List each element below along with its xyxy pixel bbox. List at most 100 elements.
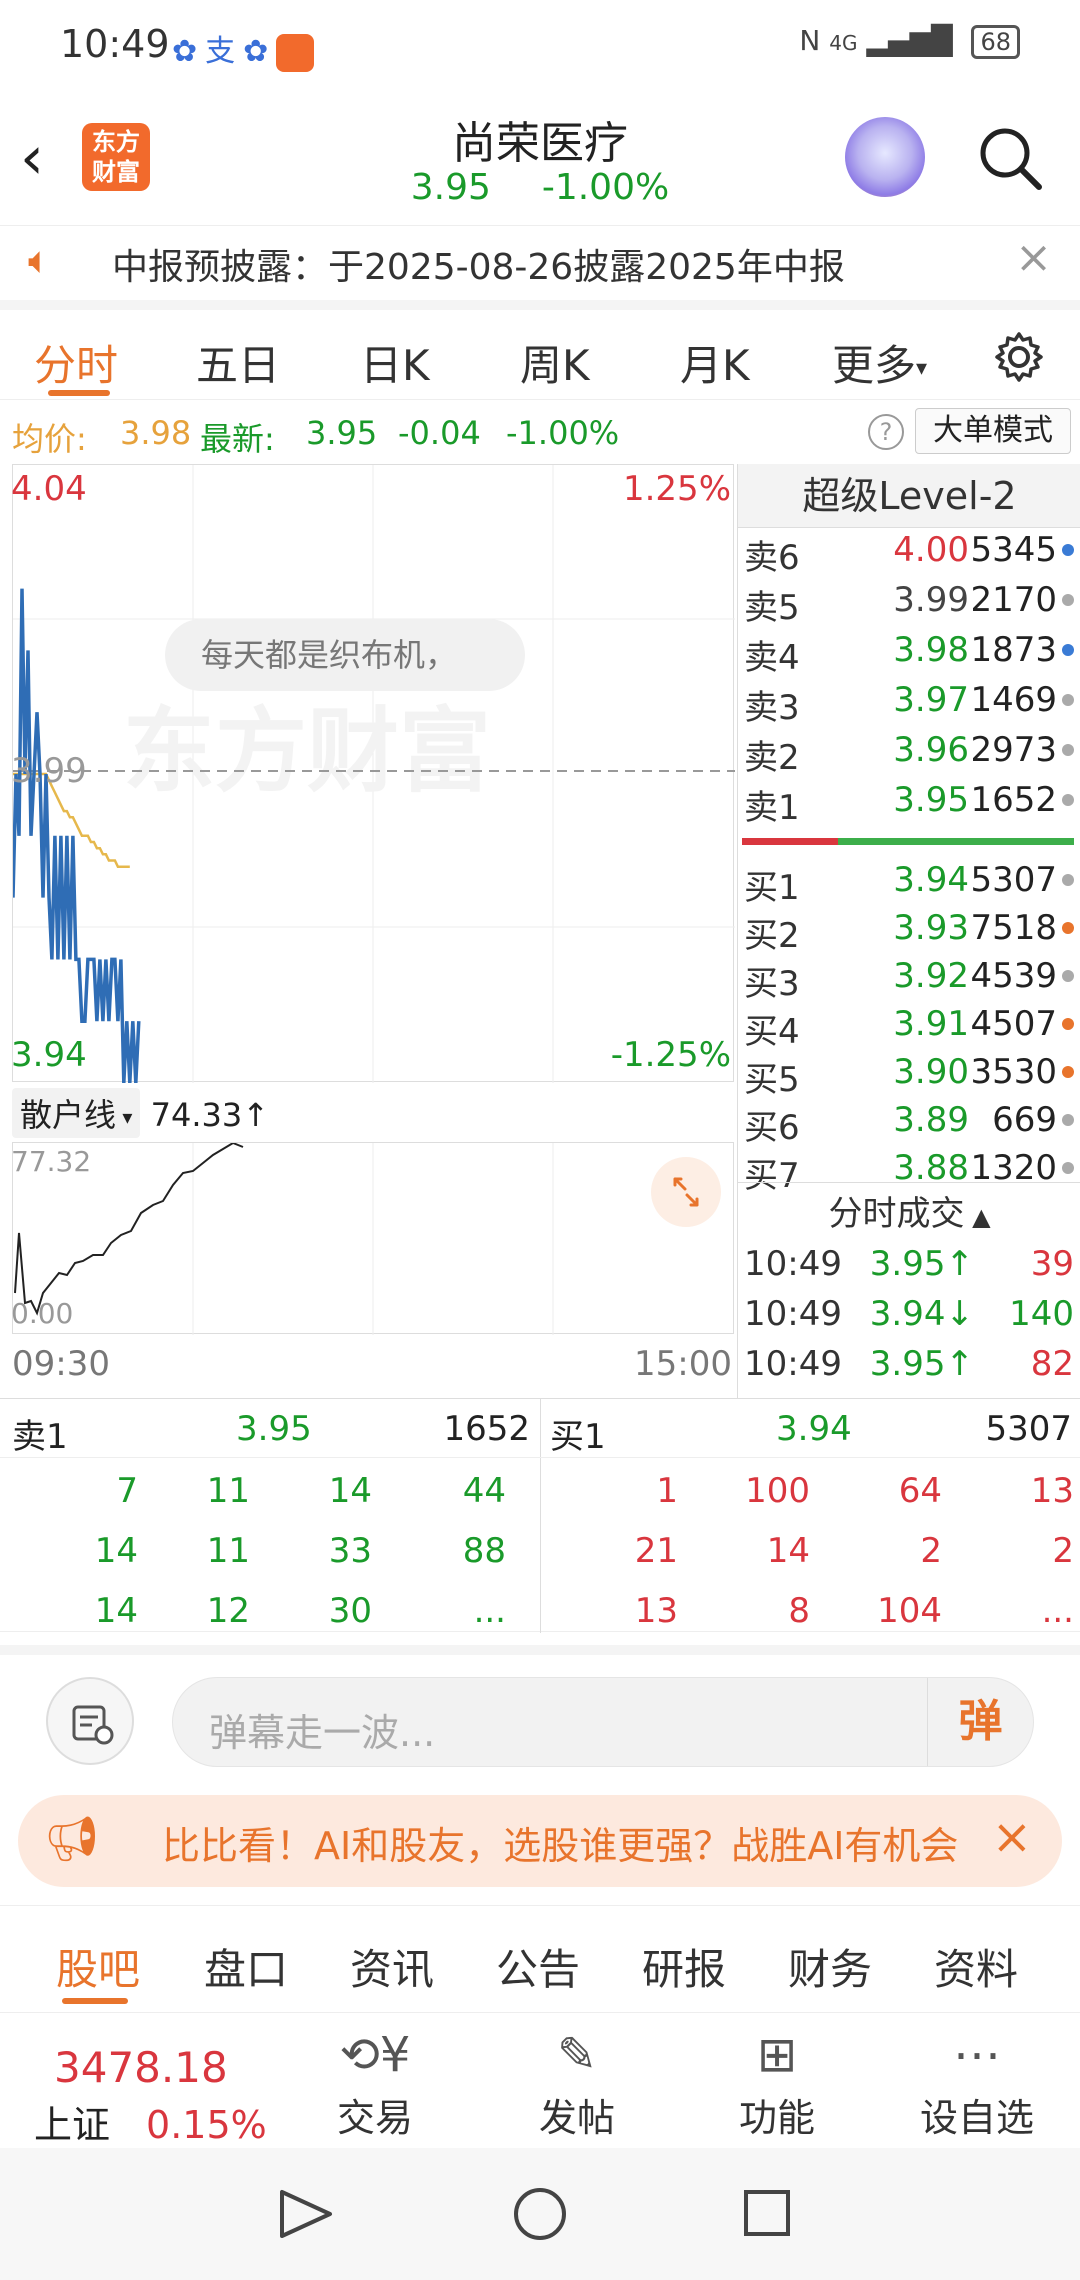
promo-banner[interactable]: 📢︎ 比比看！AI和股友，选股谁更强？战胜AI有机会 × [18,1795,1062,1887]
danmu-bubble-text: 每天都是织布机， [201,636,458,674]
big-order-mode-button[interactable]: 大单模式 [915,408,1071,454]
queue-buy-cell: 8 [788,1591,810,1631]
bid-row[interactable]: 买3 3.92 4539 [744,956,1074,1004]
y-max-label: 4.04 [11,469,87,509]
ask-volume: 1873 [970,630,1057,670]
queue-buy-cell: 13 [634,1591,678,1631]
queue-sell-cell: 30 [328,1591,372,1631]
ask-price: 3.97 [893,680,969,720]
add-watchlist-button[interactable]: ⋯ 设自选 [902,2023,1052,2142]
tab-news[interactable]: 资讯 [350,1936,434,1997]
tab-guba[interactable]: 股吧 [56,1936,140,1997]
queue-buy-label: 买1 [550,1417,606,1457]
ask-volume: 5345 [970,530,1057,570]
queue-sell-cell: 11 [206,1471,250,1511]
avg-value: 3.98 [120,414,192,452]
queue-sell-cell: 11 [206,1531,250,1571]
bid-price: 3.91 [893,1004,969,1044]
queue-sell-cell: 88 [462,1531,506,1571]
bid-volume: 3530 [970,1052,1057,1092]
bid-row[interactable]: 买6 3.89 669 [744,1100,1074,1148]
intraday-chart[interactable]: 东方财富 4.04 1.25% 3.99 3.94 -1.25% 每天都是织布机… [11,464,735,1083]
bid-row[interactable]: 买1 3.94 5307 [744,860,1074,908]
bid-level: 买2 [744,916,800,956]
bid-price: 3.93 [893,908,969,948]
ask-row[interactable]: 卖6 4.00 5345 [744,530,1074,578]
battery-icon: 68 [971,25,1020,59]
trade-time: 10:49 [744,1344,842,1384]
ai-robot-icon[interactable] [845,117,925,197]
help-icon[interactable]: ? [868,414,904,450]
post-button[interactable]: ✎ 发帖 [502,2023,652,2142]
ask-row[interactable]: 卖4 3.98 1873 [744,630,1074,678]
stock-header: ‹ 东方财富 尚荣医疗 3.95 -1.00% [0,95,1080,225]
bid-row[interactable]: 买5 3.90 3530 [744,1052,1074,1100]
danmu-settings-icon[interactable] [46,1677,134,1765]
tab-intraday[interactable]: 分时 [34,332,118,393]
trades-title[interactable]: 分时成交 ▲ [738,1186,1080,1235]
tab-profile[interactable]: 资料 [934,1936,1018,1997]
bid-price: 3.94 [893,860,969,900]
bid-volume: 669 [992,1100,1057,1140]
queue-buy-cell: 2 [1052,1531,1074,1571]
bid-level: 买5 [744,1060,800,1100]
more-icon: ⋯ [953,2027,1001,2083]
danmu-bubble[interactable]: 每天都是织布机， [165,619,525,691]
queue-buy-cell: 21 [634,1531,678,1571]
bid-dot-icon [1062,1162,1074,1174]
expand-icon[interactable] [651,1157,721,1227]
tab-research[interactable]: 研报 [642,1936,726,1997]
queue-sell-cell: 14 [328,1471,372,1511]
danmu-send-button[interactable]: 弹 [927,1678,1033,1766]
search-icon[interactable] [975,123,1045,193]
nav-recents-icon[interactable] [744,2190,790,2236]
queue-sell-cell: 7 [116,1471,138,1511]
ask-price: 4.00 [893,530,969,570]
close-icon[interactable]: × [992,1809,1032,1865]
index-quote[interactable]: 3478.18 上证 0.15% [34,2043,267,2149]
time-end-label: 15:00 [634,1344,732,1384]
indicator-chart[interactable]: 77.32 0.00 [11,1142,734,1335]
tab-five-day[interactable]: 五日 [196,332,280,393]
nav-back-icon[interactable] [280,2190,332,2238]
tab-pankou[interactable]: 盘口 [204,1936,288,1997]
ask-price: 3.99 [893,580,969,620]
tab-announcements[interactable]: 公告 [496,1936,580,1997]
trade-time: 10:49 [744,1244,842,1284]
tab-more[interactable]: 更多▾ [832,332,927,393]
trade-button[interactable]: ⟲¥ 交易 [300,2023,450,2142]
functions-label: 功能 [738,2096,815,2140]
ask-row[interactable]: 卖1 3.95 1652 [744,780,1074,828]
indicator-chart-svg [14,1143,554,1335]
queue-sell-cell: 33 [328,1531,372,1571]
close-icon[interactable]: × [1015,232,1052,283]
bid-level: 买3 [744,964,800,1004]
bid-row[interactable]: 买2 3.93 7518 [744,908,1074,956]
queue-buy-cell: 1 [656,1471,678,1511]
bid-level: 买1 [744,868,800,908]
bid-price: 3.90 [893,1052,969,1092]
danmu-input[interactable]: 弹幕走一波... 弹 [172,1677,1034,1767]
functions-button[interactable]: ⊞ 功能 [702,2023,852,2142]
bid-price: 3.92 [893,956,969,996]
ask-volume: 2170 [970,580,1057,620]
tab-daily-k[interactable]: 日K [360,332,430,393]
tab-monthly-k[interactable]: 月K [680,332,750,393]
grid-icon: ⊞ [756,2027,798,2083]
tab-weekly-k[interactable]: 周K [520,332,590,393]
ask-row[interactable]: 卖5 3.99 2170 [744,580,1074,628]
ask-row[interactable]: 卖3 3.97 1469 [744,680,1074,728]
notice-bar[interactable]: 🔈︎ 中报预披露：于2025-08-26披露2025年中报 × [0,225,1080,295]
index-name: 上证 [34,2103,111,2147]
gear-icon[interactable] [992,330,1046,384]
y-min-pct-label: -1.25% [610,1035,731,1075]
bid-volume: 7518 [970,908,1057,948]
tab-finance[interactable]: 财务 [788,1936,872,1997]
nav-home-icon[interactable] [514,2188,566,2240]
indicator-selector[interactable]: 散户线 ▾ [12,1088,141,1138]
ask-row[interactable]: 卖2 3.96 2973 [744,730,1074,778]
system-nav-bar [0,2148,1080,2280]
trade-volume: 39 [1030,1244,1074,1284]
bid-row[interactable]: 买4 3.91 4507 [744,1004,1074,1052]
level2-title[interactable]: 超级Level-2 [738,464,1080,528]
